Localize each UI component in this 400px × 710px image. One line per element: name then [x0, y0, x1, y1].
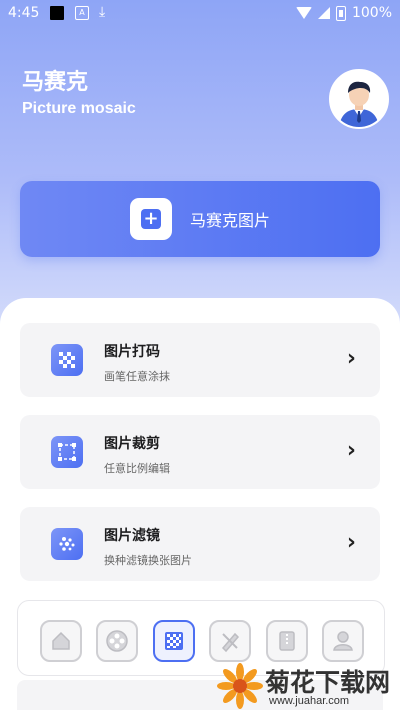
app-subtitle: Picture mosaic: [22, 100, 136, 117]
avatar[interactable]: [329, 69, 389, 129]
feature-subtitle: 换种滤镜换张图片: [104, 554, 192, 567]
tab-profile[interactable]: [322, 620, 364, 662]
mosaic-icon: [51, 344, 83, 376]
archive-icon: [279, 631, 295, 651]
hero-header: [0, 0, 400, 330]
status-time: 4:45: [8, 5, 40, 21]
status-bar: 4:45 A ⤓ 100%: [0, 0, 400, 28]
app-notification-icon: A: [75, 6, 89, 20]
mosaic-image-button[interactable]: + 马赛克图片: [20, 181, 380, 257]
feature-title: 图片裁剪: [104, 436, 160, 452]
battery-percent: 100%: [351, 5, 392, 21]
home-icon: [52, 631, 70, 650]
signal-icon: [317, 7, 330, 19]
app-title: 马赛克: [22, 70, 89, 95]
plus-icon-box: +: [129, 198, 172, 240]
wifi-icon: [295, 7, 312, 19]
tools-icon: [221, 632, 240, 653]
feature-card-crop[interactable]: 图片裁剪 任意比例编辑 ›: [20, 415, 380, 489]
user-avatar-icon: [331, 71, 387, 127]
tab-home[interactable]: [40, 620, 82, 662]
feature-card-filter[interactable]: 图片滤镜 换种滤镜换张图片 ›: [20, 507, 380, 581]
chevron-right-icon: ›: [346, 530, 356, 555]
download-icon: ⤓: [99, 4, 106, 20]
chevron-right-icon: ›: [346, 346, 356, 371]
watermark-text: 菊花下载网: [265, 668, 391, 697]
feature-title: 图片打码: [104, 344, 160, 360]
battery-icon: [335, 5, 346, 21]
tab-tools[interactable]: [209, 620, 251, 662]
plus-icon: +: [140, 209, 161, 229]
notification-icon: [50, 6, 64, 20]
film-reel-icon: [106, 630, 128, 652]
feature-subtitle: 画笔任意涂抹: [104, 370, 170, 383]
user-icon: [333, 631, 353, 651]
crop-icon: [51, 436, 83, 468]
watermark: 菊花下载网 www.juahar.com: [215, 663, 400, 710]
feature-title: 图片滤镜: [104, 528, 160, 544]
chevron-right-icon: ›: [346, 438, 356, 463]
tab-archive[interactable]: [266, 620, 308, 662]
flower-logo-icon: [217, 663, 263, 709]
feature-card-mosaic[interactable]: 图片打码 画笔任意涂抹 ›: [20, 323, 380, 397]
feature-subtitle: 任意比例编辑: [104, 462, 170, 475]
tab-film[interactable]: [96, 620, 138, 662]
mosaic-icon: [165, 632, 183, 650]
filter-icon: [51, 528, 83, 560]
mosaic-image-button-label: 马赛克图片: [189, 211, 270, 230]
watermark-url: www.juahar.com: [269, 695, 350, 707]
tab-mosaic[interactable]: [153, 620, 195, 662]
